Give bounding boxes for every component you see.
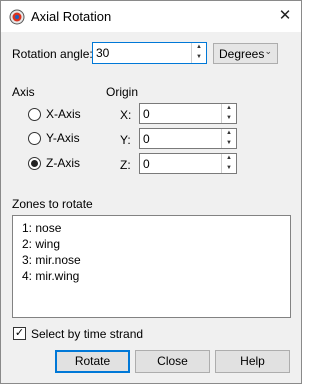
spin-up-icon[interactable]: ▲ — [222, 104, 236, 114]
axial-rotation-dialog: Axial Rotation ✕ Rotation angle: 30 ▲ ▼ … — [0, 0, 302, 384]
spin-down-icon[interactable]: ▼ — [222, 164, 236, 174]
axis-group-label: Axis — [12, 85, 35, 99]
zones-listbox[interactable]: 1: nose 2: wing 3: mir.nose 4: mir.wing — [12, 215, 291, 318]
rotation-angle-value: 30 — [96, 46, 110, 60]
angle-unit-value: Degrees — [219, 47, 265, 61]
rotation-angle-input[interactable]: 30 ▲ ▼ — [92, 42, 207, 64]
z-axis-radio[interactable] — [28, 157, 41, 170]
spin-up-icon[interactable]: ▲ — [192, 43, 206, 53]
list-item[interactable]: 4: mir.wing — [22, 269, 79, 283]
origin-z-input[interactable]: 0 ▲ ▼ — [139, 153, 237, 174]
spin-up-icon[interactable]: ▲ — [222, 154, 236, 164]
origin-z-spinner: ▲ ▼ — [221, 154, 236, 173]
list-item[interactable]: 2: wing — [22, 237, 60, 251]
origin-y-input[interactable]: 0 ▲ ▼ — [139, 128, 237, 149]
origin-x-input[interactable]: 0 ▲ ▼ — [139, 103, 237, 124]
angle-unit-dropdown[interactable]: Degrees ⌄ — [213, 43, 278, 64]
x-axis-label[interactable]: X-Axis — [46, 107, 81, 121]
origin-x-spinner: ▲ ▼ — [221, 104, 236, 123]
y-axis-label[interactable]: Y-Axis — [46, 131, 80, 145]
spin-up-icon[interactable]: ▲ — [222, 129, 236, 139]
chevron-down-icon: ⌄ — [264, 46, 272, 56]
spin-down-icon[interactable]: ▼ — [192, 53, 206, 63]
time-strand-label[interactable]: Select by time strand — [31, 327, 143, 341]
close-x-icon[interactable]: ✕ — [275, 6, 295, 26]
close-button[interactable]: Close — [135, 350, 210, 373]
origin-z-label: Z: — [120, 158, 131, 172]
window-title: Axial Rotation — [31, 9, 112, 24]
tecplot-app-icon — [9, 9, 25, 25]
origin-x-value: 0 — [143, 107, 150, 121]
help-button[interactable]: Help — [215, 350, 290, 373]
origin-y-label: Y: — [120, 133, 131, 147]
spin-down-icon[interactable]: ▼ — [222, 114, 236, 124]
origin-group-label: Origin — [106, 85, 139, 99]
list-item[interactable]: 3: mir.nose — [22, 253, 81, 267]
zones-label: Zones to rotate — [12, 197, 93, 211]
origin-x-label: X: — [120, 108, 132, 122]
origin-z-value: 0 — [143, 157, 150, 171]
rotation-angle-label: Rotation angle: — [12, 47, 93, 61]
z-axis-label[interactable]: Z-Axis — [46, 156, 80, 170]
x-axis-radio[interactable] — [28, 108, 41, 121]
rotate-button[interactable]: Rotate — [55, 350, 130, 373]
title-bar[interactable]: Axial Rotation ✕ — [1, 1, 301, 32]
y-axis-radio[interactable] — [28, 132, 41, 145]
rotation-angle-spinner: ▲ ▼ — [191, 43, 206, 63]
list-item[interactable]: 1: nose — [22, 221, 61, 235]
origin-y-spinner: ▲ ▼ — [221, 129, 236, 148]
spin-down-icon[interactable]: ▼ — [222, 139, 236, 149]
time-strand-checkbox[interactable]: ✓ — [13, 327, 26, 340]
origin-y-value: 0 — [143, 132, 150, 146]
checkmark-icon: ✓ — [14, 327, 25, 339]
